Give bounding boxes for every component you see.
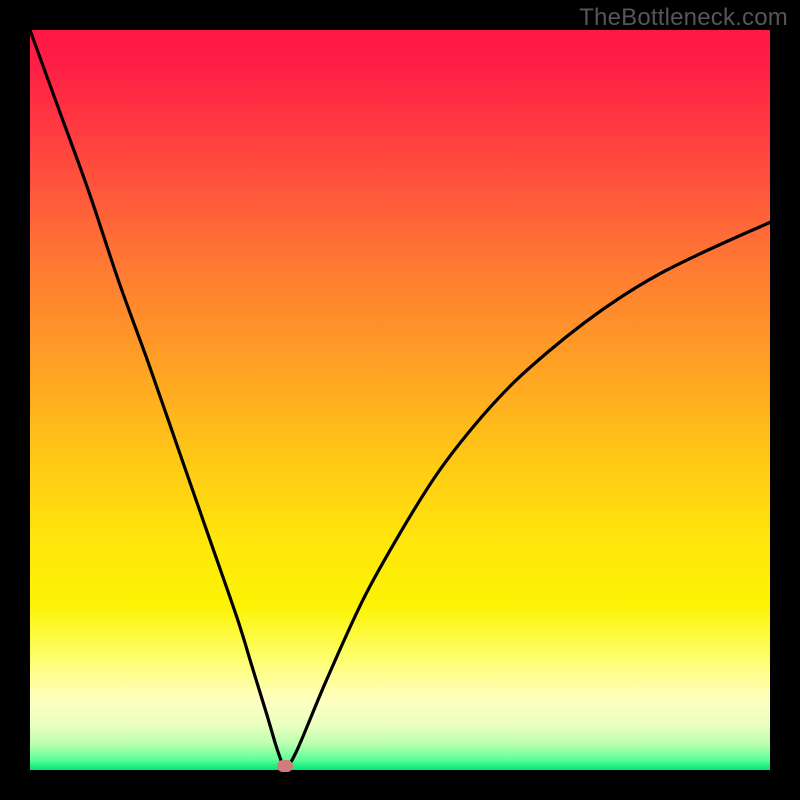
optimum-marker: [277, 760, 293, 772]
bottleneck-curve: [30, 30, 770, 770]
plot-area: [30, 30, 770, 770]
chart-frame: TheBottleneck.com: [0, 0, 800, 800]
watermark-text: TheBottleneck.com: [579, 4, 788, 32]
